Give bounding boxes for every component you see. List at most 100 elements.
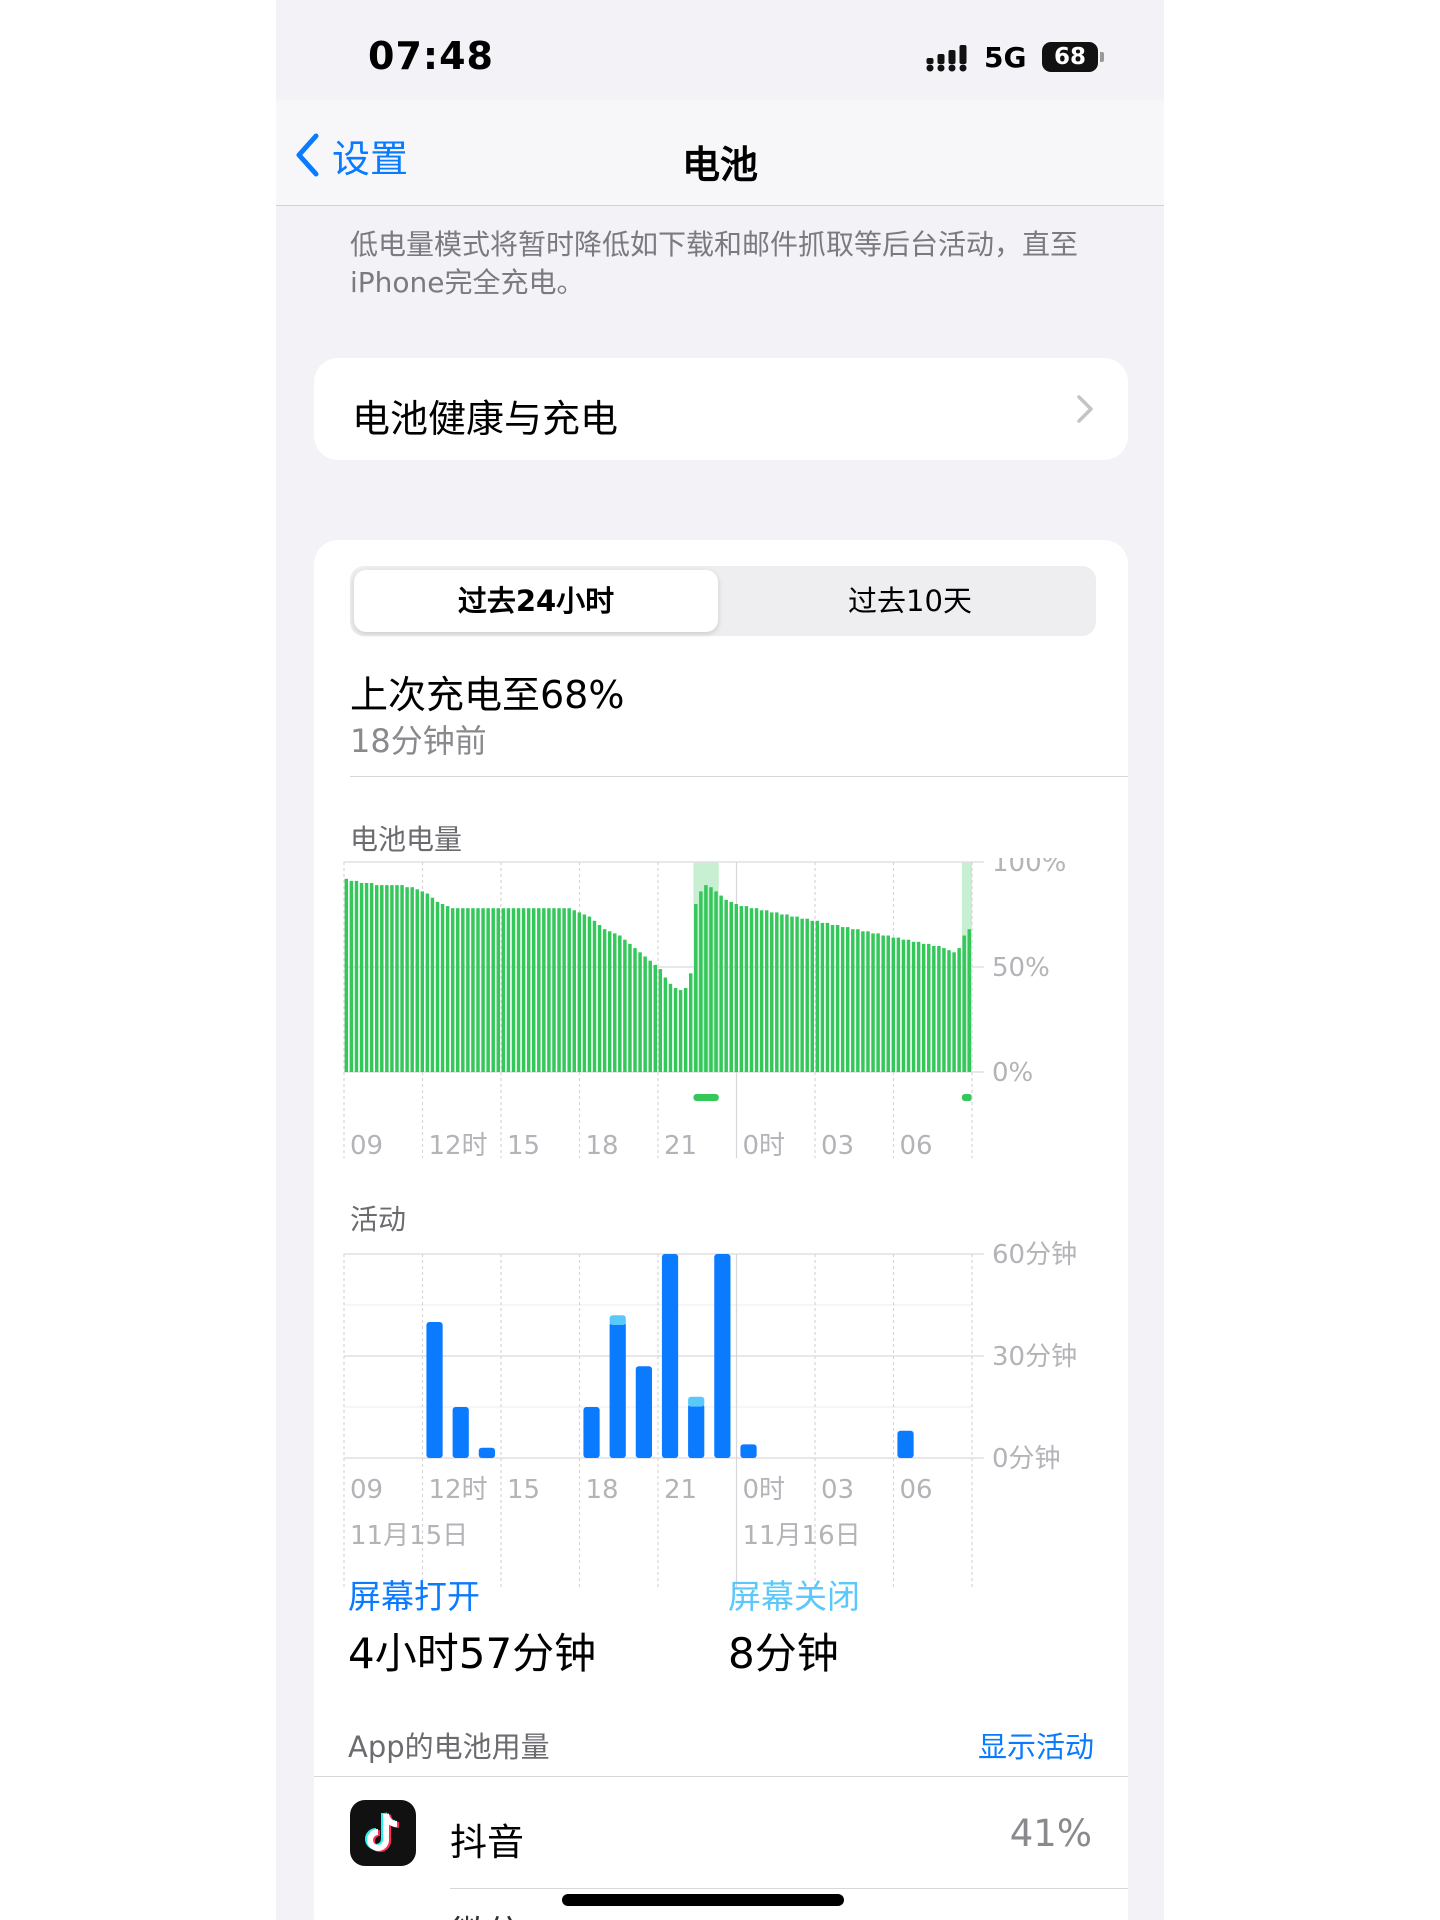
battery-bar [785,914,789,1072]
battery-bar [805,918,809,1072]
battery-bar [461,908,465,1072]
battery-bar [866,931,870,1072]
battery-bar [881,935,885,1072]
app-name: 抖音 [450,1821,524,1864]
battery-bar [916,941,921,1072]
y-tick-label: 50% [992,953,1050,983]
battery-bar [607,931,612,1072]
battery-bar [613,933,617,1072]
battery-bar [759,910,764,1072]
battery-bar [537,908,541,1072]
y-tick-label: 0% [992,1058,1033,1088]
battery-bar [385,885,389,1072]
screen-on-bar [688,1403,705,1458]
date-label: 11月16日 [743,1521,861,1551]
battery-health-label: 电池健康与充电 [352,397,619,441]
battery-bar [374,885,379,1072]
battery-bar [531,908,536,1072]
battery-bar [430,897,435,1072]
battery-bar [780,914,784,1072]
screen-off-value: 8分钟 [728,1629,839,1678]
battery-bar [688,973,693,1072]
x-tick-label: 06 [900,1475,933,1505]
battery-bar [668,983,673,1072]
divider [350,776,1128,777]
battery-bar [663,977,668,1072]
battery-bar [830,925,835,1072]
screen-off-bar [609,1315,626,1325]
app-usage-row[interactable]: 抖音 41% [314,1780,1128,1892]
screen-off-label: 屏幕关闭 [728,1577,860,1616]
battery-bar [840,927,845,1072]
battery-bar [354,880,359,1072]
y-tick-label: 30分钟 [992,1342,1077,1372]
battery-bar [344,878,349,1072]
battery-bar [481,908,485,1072]
battery-health-row[interactable]: 电池健康与充电 [314,358,1128,460]
battery-bar [967,929,971,1072]
battery-bar [719,895,723,1072]
battery-bar [861,931,865,1072]
battery-tip [1100,52,1104,62]
battery-bar [932,946,936,1072]
low-power-mode-note: 低电量模式将暂时降低如下载和邮件抓取等后台活动，直至iPhone完全充电。 [350,228,1079,299]
charging-indicator [693,1094,719,1101]
battery-bar [501,908,506,1072]
battery-bar [673,988,678,1072]
battery-bar [851,929,855,1072]
battery-bar [400,885,404,1072]
battery-bar [628,943,632,1072]
divider [314,1776,1128,1777]
x-tick-label: 15 [507,1475,540,1505]
battery-bar [562,908,566,1072]
screen-on-bar [583,1407,600,1458]
segment-last-10-days[interactable]: 过去10天 [728,570,1092,632]
show-activity-button[interactable]: 显示活动 [978,1724,1094,1766]
charging-indicator [961,1094,972,1101]
battery-bar [456,908,460,1072]
battery-bar [491,908,495,1072]
battery-bar [420,891,425,1072]
battery-bar [835,925,840,1072]
battery-bar [906,939,911,1072]
battery-bar [633,948,637,1072]
y-tick-label: 100% [992,858,1066,878]
phone-screen: 07:48 5G 68 设置 电池 低电量模式将暂时降低如下载和邮件抓取等后台活… [276,0,1164,1920]
segment-last-24-hours[interactable]: 过去24小时 [354,570,718,632]
x-tick-label: 21 [664,1475,697,1505]
battery-bar [775,912,779,1072]
battery-bar [471,908,475,1072]
battery-bar [466,908,470,1072]
battery-bar [795,916,799,1072]
battery-bar [957,948,961,1072]
screen-on-bar [609,1322,626,1458]
screen-on-bar [661,1254,679,1458]
battery-bar [729,901,733,1072]
screen-on-bar [714,1254,731,1458]
battery-bar [602,929,607,1072]
battery-bar [694,904,698,1072]
battery-bar [927,943,931,1072]
battery-bar [521,908,526,1072]
douyin-icon [350,1800,416,1866]
battery-bar [405,887,409,1072]
battery-bar [901,939,906,1072]
x-tick-label: 18 [586,1475,619,1505]
battery-bar [506,908,511,1072]
battery-bar [526,908,531,1072]
battery-bar [450,908,455,1072]
battery-bar [648,960,652,1072]
x-tick-label: 03 [821,1131,854,1161]
battery-bar [425,893,430,1072]
x-tick-label: 09 [350,1131,383,1161]
battery-bar [359,883,364,1072]
last-charge-time: 18分钟前 [350,722,487,760]
x-tick-label: 06 [900,1131,933,1161]
next-app-name: 微信 [450,1904,524,1920]
battery-bar [734,904,739,1072]
battery-bar [704,885,708,1072]
battery-bar [369,883,374,1072]
battery-bar [349,880,354,1072]
battery-bar [876,933,880,1072]
battery-bar [577,912,582,1072]
